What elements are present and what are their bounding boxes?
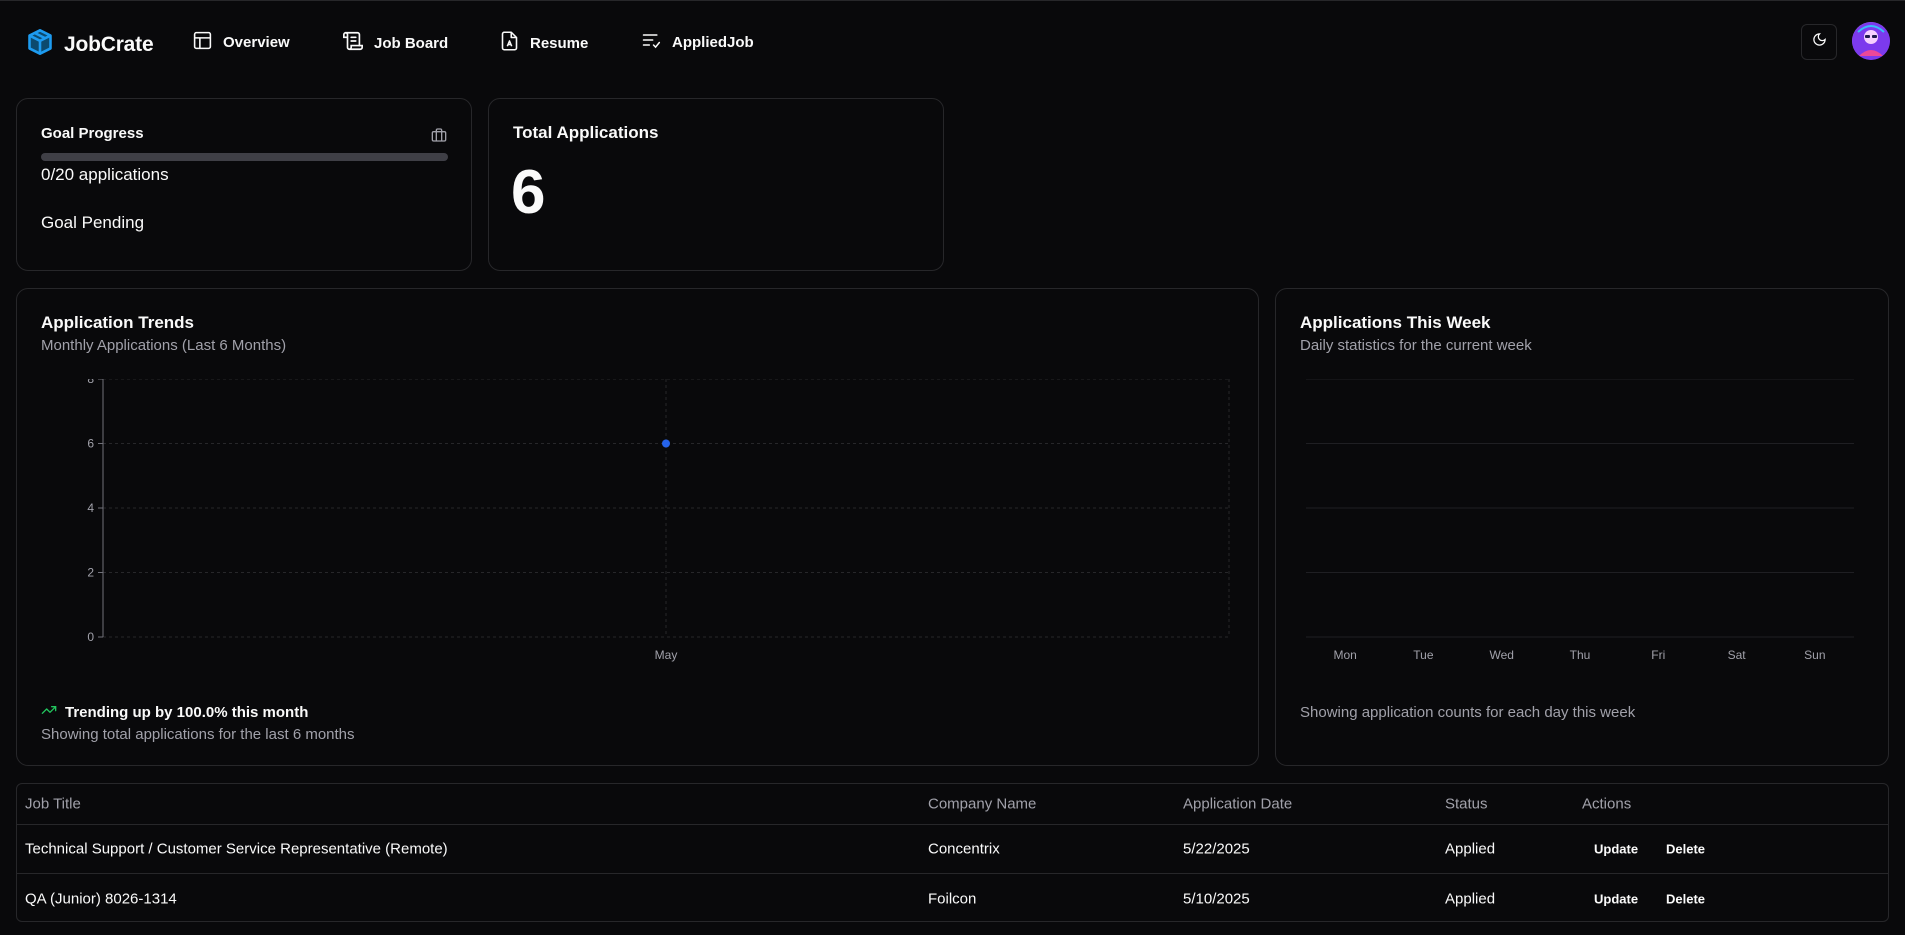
week-subtitle: Daily statistics for the current week [1300,337,1532,354]
header-status: Status [1445,795,1488,813]
x-tick-label: Thu [1570,648,1591,662]
y-tick-label: 6 [87,437,94,451]
y-tick-label: 4 [87,501,94,515]
trends-title: Application Trends [41,313,195,332]
nav-job-board-label: Job Board [374,34,449,52]
brand-name: JobCrate [64,32,154,56]
nav-overview[interactable]: Overview [192,30,290,55]
week-title: Applications This Week [1300,313,1491,332]
table-row: QA (Junior) 8026-1314 Foilcon 5/10/2025 … [17,874,1888,921]
moon-icon [1812,32,1827,52]
x-tick-label: May [655,648,678,662]
header-company-name: Company Name [928,795,1037,813]
nav-applied-job[interactable]: AppliedJob [640,30,754,54]
top-navbar: JobCrate Overview Job Board Resume Appli… [0,1,1905,83]
header-job-title: Job Title [25,795,81,813]
theme-toggle-button[interactable] [1801,24,1837,60]
brand[interactable]: JobCrate [26,28,154,61]
goal-progress-bar [41,153,448,161]
y-tick-label: 0 [87,630,94,644]
total-applications-card: Total Applications 6 [488,98,944,271]
nav-job-board[interactable]: Job Board [342,30,448,56]
y-tick-label: 2 [87,566,94,580]
applied-jobs-table: Job Title Company Name Application Date … [16,783,1889,922]
trends-subtitle: Monthly Applications (Last 6 Months) [41,337,287,354]
application-trends-card: Application Trends Monthly Applications … [16,288,1259,766]
trends-footer: Showing total applications for the last … [41,726,355,743]
date-cell: 5/22/2025 [1183,840,1250,858]
goal-progress-title: Goal Progress [41,125,144,142]
nav-resume-label: Resume [530,34,589,52]
x-tick-label: Sun [1804,648,1825,662]
week-footer: Showing application counts for each day … [1300,704,1636,721]
trends-line-chart: 0 2 4 6 8 May [87,379,1230,662]
status-cell: Applied [1445,890,1496,907]
goal-progress-card: Goal Progress 0/20 applications Goal Pen… [16,98,472,271]
x-tick-label: Tue [1413,648,1434,662]
company-cell: Concentrix [928,840,1000,858]
job-title-cell: QA (Junior) 8026-1314 [25,890,177,907]
x-tick-label: Sat [1728,648,1747,662]
nav-applied-job-label: AppliedJob [672,33,754,51]
x-tick-label: Fri [1651,648,1665,662]
user-avatar[interactable] [1852,22,1890,60]
goal-count-text: 0/20 applications [41,165,169,184]
file-type-icon [499,30,520,56]
status-cell: Applied [1445,840,1496,858]
trend-indicator: Trending up by 100.0% this month [41,702,308,723]
goal-status-text: Goal Pending [41,213,145,232]
update-button[interactable]: Update [1594,891,1638,906]
total-applications-title: Total Applications [513,123,659,142]
briefcase-icon [431,127,447,148]
x-tick-label: Mon [1333,648,1356,662]
date-cell: 5/10/2025 [1183,890,1250,907]
table-header-row: Job Title Company Name Application Date … [17,784,1888,825]
delete-button[interactable]: Delete [1666,891,1705,906]
update-button[interactable]: Update [1594,842,1638,857]
header-actions: Actions [1582,795,1632,813]
list-check-icon [640,30,662,54]
job-title-cell: Technical Support / Customer Service Rep… [25,840,448,858]
applications-week-card: Applications This Week Daily statistics … [1275,288,1889,766]
avatar-image [1852,22,1890,60]
company-cell: Foilcon [928,890,977,907]
nav-overview-label: Overview [223,34,290,51]
layout-icon [192,30,213,55]
y-tick-label: 8 [87,379,94,386]
week-bar-chart: Mon Tue Wed Thu Fri Sat Sun [1306,379,1854,662]
header-application-date: Application Date [1183,795,1293,813]
x-tick-label: Wed [1489,648,1513,662]
nav-resume[interactable]: Resume [499,30,588,56]
box-logo-icon [26,28,54,61]
trend-text: Trending up by 100.0% this month [65,704,309,721]
delete-button[interactable]: Delete [1666,842,1705,857]
table-row: Technical Support / Customer Service Rep… [17,825,1888,874]
total-applications-value: 6 [511,158,546,227]
scroll-icon [342,30,364,56]
data-point [662,439,670,448]
trending-up-icon [41,702,57,723]
